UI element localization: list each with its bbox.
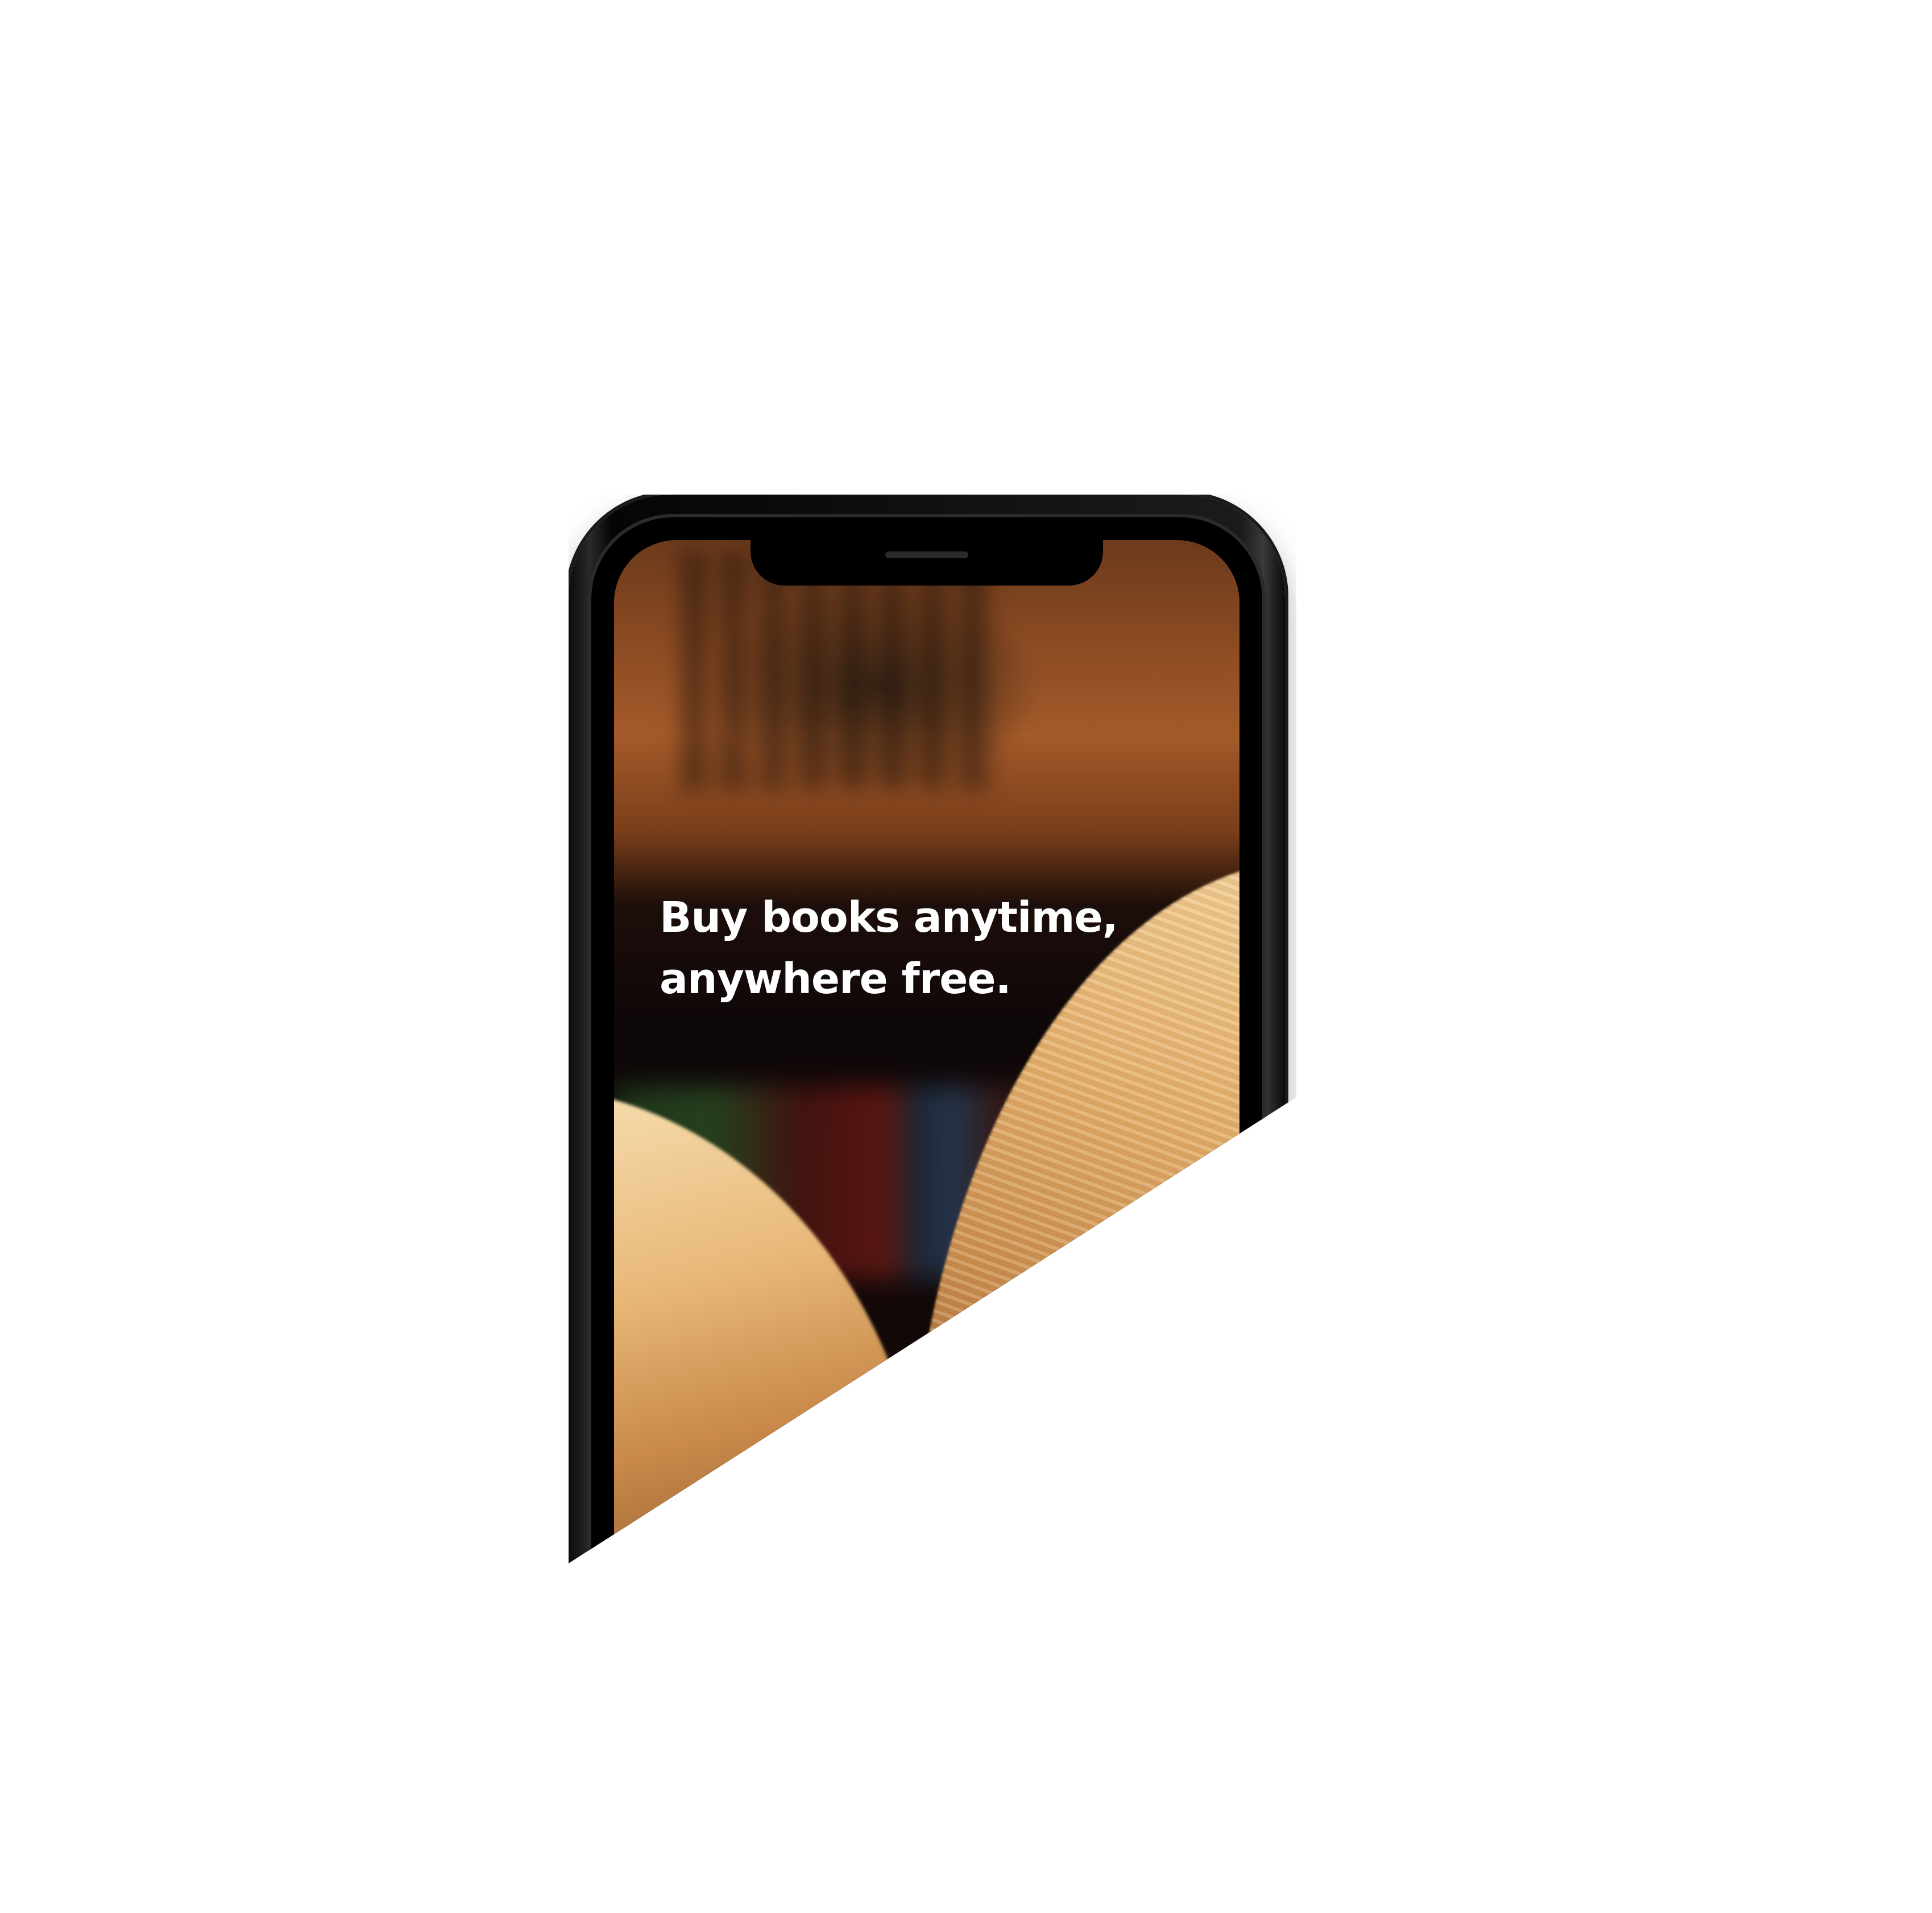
canvas: Buy books anytime, anywhere free. (0, 0, 1932, 1913)
headline-line-1: Buy books anytime, (660, 893, 1118, 942)
headline-line-2: anywhere free. (660, 955, 1011, 1003)
speaker-grille-icon (885, 551, 968, 558)
hero-headline: Buy books anytime, anywhere free. (660, 887, 1171, 1010)
bookshelf-background (682, 551, 1001, 790)
phone-frame (569, 495, 1285, 1563)
phone-notch (751, 540, 1103, 586)
phone-mockup (569, 495, 1296, 1563)
phone-screen (614, 540, 1239, 1563)
